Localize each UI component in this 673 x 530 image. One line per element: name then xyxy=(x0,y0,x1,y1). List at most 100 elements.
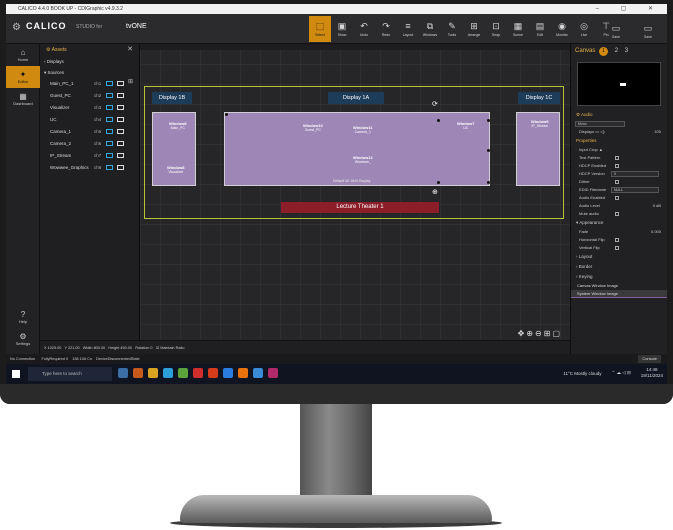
taskbar-app-icon[interactable] xyxy=(148,368,158,378)
rail-item-help[interactable]: ? Help xyxy=(6,306,40,328)
move-handle-icon[interactable]: ⊕ xyxy=(432,188,438,196)
appearance-value[interactable]: 0.000 xyxy=(651,228,661,236)
rail-item-settings[interactable]: ⚙ Settings xyxy=(6,328,40,350)
selection-handle[interactable] xyxy=(487,119,490,122)
window-tile[interactable]: Window7 UC xyxy=(457,121,475,130)
room-label[interactable]: Lecture Theater 1 xyxy=(281,202,439,213)
display-1b[interactable]: Window8 Main_PC Window8 Visualizer xyxy=(152,112,196,186)
source-row[interactable]: Camera_1 ch5 xyxy=(40,126,139,138)
appearance-checkbox[interactable] xyxy=(615,246,619,250)
source-row[interactable]: Guest_PC ch2 xyxy=(40,90,139,102)
taskbar-app-icon[interactable] xyxy=(253,368,263,378)
tool-live-button[interactable]: ◎ Live xyxy=(573,16,595,42)
tool-tools-button[interactable]: ✎ Tools xyxy=(441,16,463,42)
window-controls[interactable]: – ▢ ✕ xyxy=(596,4,663,14)
window-tile[interactable]: Window11 Camera_1 xyxy=(353,125,373,134)
canvas-tab-2[interactable]: 2 xyxy=(615,48,618,54)
property-checkbox[interactable] xyxy=(615,164,619,168)
tool-show-button[interactable]: ▣ Show xyxy=(331,16,353,42)
taskbar-app-icon[interactable] xyxy=(208,368,218,378)
source-row[interactable]: IP_Stream ch7 xyxy=(40,150,139,162)
source-row[interactable]: Camera_2 ch6 xyxy=(40,138,139,150)
rail-item-editor[interactable]: ✦ Editor xyxy=(6,66,40,88)
source-preview-icon[interactable] xyxy=(106,93,113,98)
console-button[interactable]: Console xyxy=(638,355,661,363)
selection-handle[interactable] xyxy=(437,181,440,184)
canvas-zoom-controls[interactable]: ✥⊕⊖⊞▢ xyxy=(518,329,562,338)
tool-snap-button[interactable]: ⊡ Snap xyxy=(485,16,507,42)
clock[interactable]: 14:48 19/11/2024 xyxy=(641,367,663,379)
window-tile[interactable]: Window12 Wowwee_ xyxy=(353,155,373,164)
taskbar-app-icon[interactable] xyxy=(268,368,278,378)
tool-layout-button[interactable]: ≡ Layout xyxy=(397,16,419,42)
canvas-preview[interactable] xyxy=(577,62,661,106)
tool-windows-button[interactable]: ⧉ Windows xyxy=(419,16,441,42)
taskbar-app-icon[interactable] xyxy=(238,368,248,378)
x-input[interactable]: 1025.00 xyxy=(48,346,62,350)
right-save-button[interactable]: ▭ Save xyxy=(635,18,661,44)
selection-handle[interactable] xyxy=(487,149,490,152)
property-field[interactable]: NULL xyxy=(611,187,659,193)
taskbar-app-icon[interactable] xyxy=(118,368,128,378)
source-export-icon[interactable] xyxy=(117,105,124,110)
display-1a[interactable]: Window10 Guest_PC Window11 Camera_1 Window… xyxy=(224,112,490,186)
tool-edit-button[interactable]: ▤ Edit xyxy=(529,16,551,42)
property-checkbox[interactable] xyxy=(615,156,619,160)
weather-status[interactable]: 11°C Mostly cloudy xyxy=(563,371,601,376)
property-checkbox[interactable] xyxy=(615,196,619,200)
taskbar-app-icon[interactable] xyxy=(193,368,203,378)
tool-redo-button[interactable]: ↷ Redo xyxy=(375,16,397,42)
rotation-input[interactable]: 0 xyxy=(150,346,152,350)
properties-section[interactable]: Properties xyxy=(571,136,667,146)
section-layout[interactable]: › Layout xyxy=(571,252,667,262)
source-export-icon[interactable] xyxy=(117,117,124,122)
appearance-section[interactable]: ▾ Appearance xyxy=(571,218,667,228)
tray-icons[interactable]: ⌃ ☁ ◁ ⊟ xyxy=(612,370,631,376)
selection-handle[interactable] xyxy=(487,181,490,184)
section-border[interactable]: › Border xyxy=(571,262,667,272)
source-row[interactable]: UC ch4 xyxy=(40,114,139,126)
add-source-icon[interactable]: ⊞ xyxy=(128,78,133,85)
source-preview-icon[interactable] xyxy=(106,105,113,110)
source-export-icon[interactable] xyxy=(117,81,124,86)
source-preview-icon[interactable] xyxy=(106,141,113,146)
source-row[interactable]: Visualizer ch3 xyxy=(40,102,139,114)
tree-group-displays[interactable]: › Displays xyxy=(40,56,139,67)
taskbar-search[interactable]: Type here to search xyxy=(28,367,112,381)
display-label-1b[interactable]: Display 1B xyxy=(152,92,192,104)
display-label-1c[interactable]: Display 1C xyxy=(518,92,560,104)
width-input[interactable]: 800.00 xyxy=(94,346,106,350)
close-icon[interactable]: ✕ xyxy=(127,44,133,56)
source-export-icon[interactable] xyxy=(117,129,124,134)
tree-group-sources[interactable]: ▾ Sources xyxy=(40,67,139,78)
tool-arrange-button[interactable]: ⊞ Arrange xyxy=(463,16,485,42)
right-save-button[interactable]: ▭ Save xyxy=(603,18,629,44)
canvas[interactable]: Display 1B Display 1A Display 1C Window8… xyxy=(140,44,570,344)
source-export-icon[interactable] xyxy=(117,153,124,158)
property-field[interactable]: 0 xyxy=(611,171,659,177)
canvas-tab-3[interactable]: 3 xyxy=(625,48,628,54)
audio-section[interactable]: ⚙ Audio xyxy=(571,110,667,120)
tool-select-button[interactable]: ⬚ Select xyxy=(309,16,331,42)
property-checkbox[interactable] xyxy=(615,212,619,216)
window-tile[interactable]: Window8 Main_PC xyxy=(169,121,187,130)
rail-item-dashboard[interactable]: ▦ Dashboard xyxy=(6,88,40,110)
windows-start-icon[interactable] xyxy=(12,370,20,378)
rail-item-home[interactable]: ⌂ Home xyxy=(6,44,40,66)
source-export-icon[interactable] xyxy=(117,141,124,146)
canvas-tab-1[interactable]: 1 xyxy=(599,47,609,56)
tool-monitor-button[interactable]: ◉ Monitor xyxy=(551,16,573,42)
taskbar-app-icon[interactable] xyxy=(163,368,173,378)
audio-mode-select[interactable]: Mono xyxy=(575,121,625,127)
source-preview-icon[interactable] xyxy=(106,129,113,134)
property-value[interactable]: 0 dB xyxy=(653,202,661,210)
selection-handle[interactable] xyxy=(225,113,228,116)
canvas-tab-label[interactable]: Canvas xyxy=(575,48,595,54)
window-tile[interactable]: Window10 Guest_PC xyxy=(303,123,323,132)
system-window-image[interactable]: System Window Image xyxy=(571,290,667,298)
canvas-window-image[interactable]: Canvas Window Image xyxy=(571,282,667,290)
source-preview-icon[interactable] xyxy=(106,81,113,86)
taskbar-app-icon[interactable] xyxy=(133,368,143,378)
source-row[interactable]: Wowwee_Graphics ch8 xyxy=(40,162,139,174)
property-checkbox[interactable] xyxy=(615,180,619,184)
